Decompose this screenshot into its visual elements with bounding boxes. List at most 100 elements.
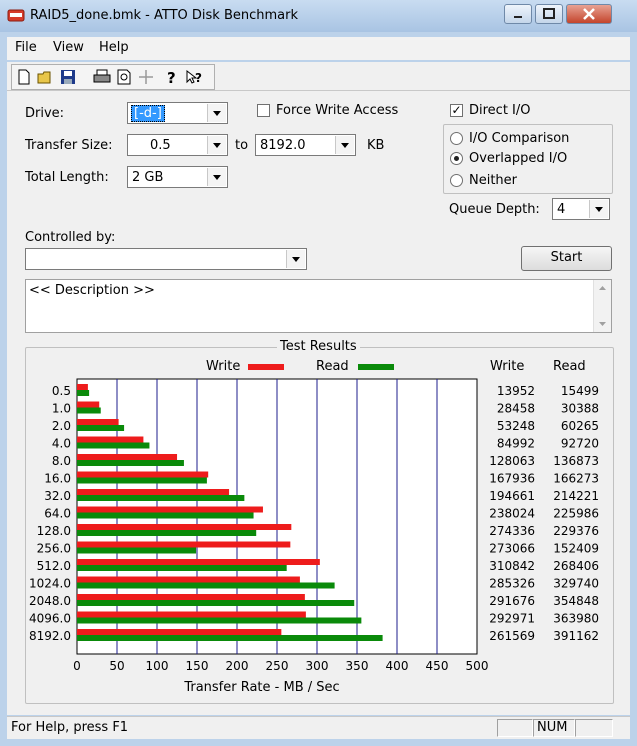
write-bar (77, 506, 263, 513)
main-panel: Drive: [-d-] Force Write Access ✓ Direct… (7, 91, 630, 715)
read-bar (77, 530, 257, 536)
help-button[interactable]: ? (162, 68, 182, 87)
open-icon (37, 71, 51, 84)
read-bar (77, 477, 207, 484)
menu-file[interactable]: File (15, 40, 37, 55)
read-bar (77, 547, 197, 554)
y-tick-label: 8192.0 (29, 629, 71, 643)
write-bar (77, 576, 300, 583)
read-bar (77, 565, 287, 571)
x-tick-label: 50 (109, 659, 124, 673)
read-value: 166273 (553, 472, 599, 486)
y-tick-label: 256.0 (37, 542, 71, 556)
write-value: 238024 (489, 507, 535, 521)
print-icon (93, 69, 111, 83)
write-value: 13952 (497, 384, 535, 398)
y-tick-label: 0.5 (52, 384, 71, 398)
y-tick-label: 2048.0 (29, 594, 71, 608)
read-value: 15499 (561, 384, 599, 398)
read-bar (77, 390, 90, 396)
move-button[interactable] (136, 68, 156, 86)
read-bar (77, 460, 184, 466)
svg-text:?: ? (167, 69, 176, 86)
new-button[interactable] (14, 68, 34, 86)
write-value: 167936 (489, 472, 535, 486)
read-bar (77, 442, 150, 449)
read-value: 354848 (553, 594, 599, 608)
x-tick-label: 150 (186, 659, 209, 673)
write-bar (77, 594, 305, 600)
print-button[interactable] (92, 68, 112, 86)
maximize-icon (543, 8, 555, 19)
write-bar (77, 419, 119, 425)
write-bar (77, 541, 291, 548)
read-value: 229376 (553, 524, 599, 538)
y-tick-label: 64.0 (44, 507, 71, 521)
save-icon (61, 70, 75, 84)
status-bar: For Help, press F1 NUM (7, 716, 630, 739)
minimize-button[interactable] (504, 4, 532, 24)
read-value: 329740 (553, 577, 599, 591)
toolbar-group: ? ? (11, 64, 215, 90)
help-icon: ? (167, 69, 176, 87)
status-help-text: For Help, press F1 (11, 720, 129, 735)
menu-help[interactable]: Help (99, 40, 129, 55)
x-axis-title: Transfer Rate - MB / Sec (183, 680, 339, 695)
x-tick-label: 450 (426, 659, 449, 673)
read-value: 391162 (553, 629, 599, 643)
read-value: 225986 (553, 507, 599, 521)
read-bar (77, 635, 383, 641)
menu-view[interactable]: View (53, 40, 84, 55)
write-bar (77, 629, 282, 635)
write-value: 53248 (497, 419, 535, 433)
title-bar[interactable]: RAID5_done.bmk - ATTO Disk Benchmark (0, 0, 637, 32)
window-title: RAID5_done.bmk - ATTO Disk Benchmark (30, 8, 298, 23)
svg-text:?: ? (195, 71, 202, 85)
status-num: NUM (533, 719, 575, 737)
write-value: 84992 (497, 437, 535, 451)
open-button[interactable] (36, 68, 56, 86)
maximize-button[interactable] (535, 4, 563, 24)
x-tick-label: 100 (146, 659, 169, 673)
x-tick-label: 250 (266, 659, 289, 673)
write-value: 274336 (489, 524, 535, 538)
read-bar (77, 495, 245, 501)
x-tick-label: 500 (466, 659, 489, 673)
read-bar (77, 407, 101, 414)
read-bar (77, 600, 355, 606)
write-value: 292971 (489, 612, 535, 626)
write-value: 28458 (497, 402, 535, 416)
close-button[interactable] (566, 4, 612, 24)
app-icon (7, 9, 25, 22)
status-pane-empty (497, 719, 533, 737)
write-value: 310842 (489, 559, 535, 573)
read-value: 30388 (561, 402, 599, 416)
print-preview-icon (117, 69, 131, 85)
y-tick-label: 4096.0 (29, 612, 71, 626)
read-value: 136873 (553, 454, 599, 468)
y-tick-label: 2.0 (52, 419, 71, 433)
context-help-icon: ? (186, 69, 202, 85)
app-window: RAID5_done.bmk - ATTO Disk Benchmark Fil… (0, 0, 637, 746)
y-tick-label: 1.0 (52, 402, 71, 416)
write-bar (77, 454, 178, 460)
close-icon (583, 8, 595, 20)
y-tick-label: 16.0 (44, 472, 71, 486)
toolbar: ? ? (7, 62, 630, 91)
context-help-button[interactable]: ? (184, 68, 204, 86)
x-tick-label: 400 (386, 659, 409, 673)
write-bar (77, 524, 292, 530)
x-tick-label: 0 (73, 659, 81, 673)
write-bar (77, 489, 230, 495)
write-value: 273066 (489, 542, 535, 556)
x-tick-label: 200 (226, 659, 249, 673)
write-value: 261569 (489, 629, 535, 643)
write-bar (77, 436, 144, 443)
x-tick-label: 300 (306, 659, 329, 673)
new-icon (18, 69, 30, 85)
print-preview-button[interactable] (114, 68, 134, 86)
read-bar (77, 512, 254, 519)
x-tick-label: 350 (346, 659, 369, 673)
y-tick-label: 4.0 (52, 437, 71, 451)
save-button[interactable] (58, 68, 78, 86)
